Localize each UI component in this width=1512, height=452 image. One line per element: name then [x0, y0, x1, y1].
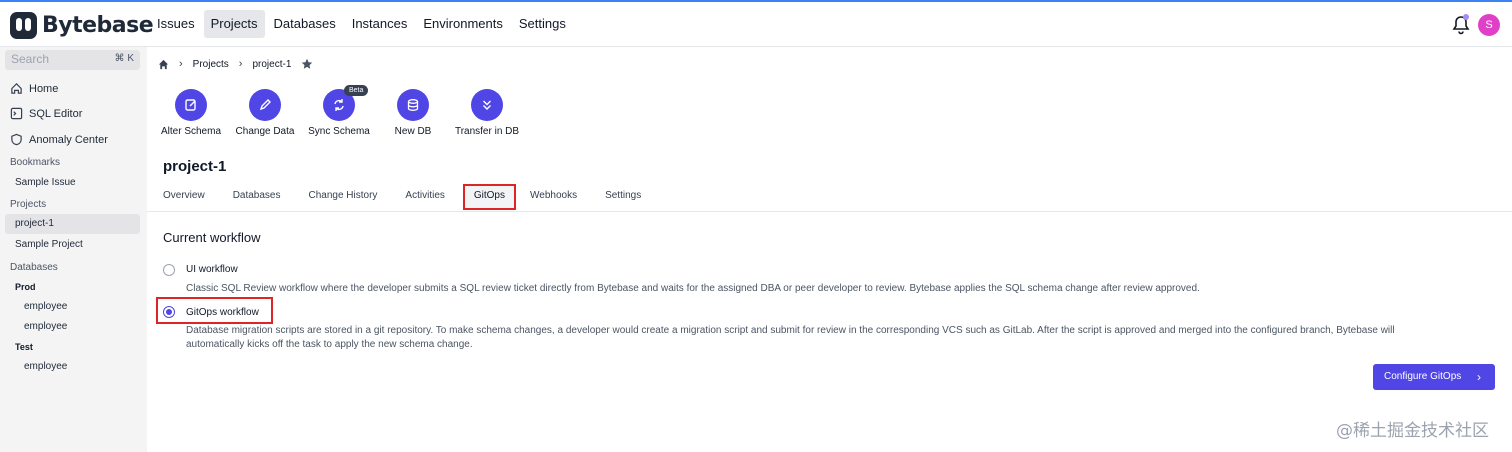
tab-activities[interactable]: Activities [405, 190, 444, 204]
breadcrumb: › Projects › project-1 [158, 58, 313, 70]
configure-gitops-label: Configure GitOps [1384, 371, 1462, 382]
nav-instances[interactable]: Instances [345, 10, 415, 38]
tab-overview[interactable]: Overview [163, 190, 205, 204]
app-name: Bytebase [42, 12, 154, 38]
ui-workflow-description: Classic SQL Review workflow where the de… [186, 283, 1200, 294]
search-shortcut: ⌘ K [114, 53, 134, 64]
transfer-in-db-label: Transfer in DB [454, 126, 520, 137]
sync-schema-label: Sync Schema [308, 126, 370, 137]
home-icon [11, 83, 22, 94]
change-data-label: Change Data [235, 126, 295, 137]
sidebar-item-anomaly-center[interactable]: Anomaly Center [10, 133, 108, 146]
sidebar-heading-bookmarks: Bookmarks [10, 157, 61, 168]
sidebar-heading-projects: Projects [10, 199, 47, 210]
star-icon[interactable] [301, 58, 313, 70]
sidebar-item-sql-editor[interactable]: SQL Editor [10, 107, 82, 120]
current-workflow-heading: Current workflow [163, 230, 261, 245]
tab-gitops[interactable]: GitOps [462, 184, 516, 210]
tab-change-history[interactable]: Change History [309, 190, 378, 204]
sidebar-item-home[interactable]: Home [10, 82, 58, 95]
sidebar-db-item[interactable]: employee [24, 321, 67, 332]
chevron-right-icon: › [179, 58, 183, 70]
sync-schema-button[interactable]: Sync Schema [308, 89, 370, 137]
configure-gitops-button[interactable]: Configure GitOps › [1373, 364, 1495, 390]
breadcrumb-current: project-1 [252, 58, 292, 70]
home-icon[interactable] [158, 59, 169, 70]
transfer-in-db-button[interactable]: Transfer in DB [453, 89, 521, 137]
gitops-workflow-title[interactable]: GitOps workflow [186, 307, 259, 318]
tab-databases[interactable]: Databases [233, 190, 281, 204]
breadcrumb-projects[interactable]: Projects [193, 59, 229, 70]
nav-projects[interactable]: Projects [203, 10, 265, 38]
terminal-icon [10, 107, 23, 120]
gitops-workflow-description: Database migration scripts are stored in… [186, 325, 1395, 336]
tab-divider [147, 211, 1512, 212]
nav-databases[interactable]: Databases [267, 10, 343, 38]
sidebar: Search ⌘ K Home SQL Editor Anomaly Cente… [0, 47, 147, 452]
ui-workflow-title[interactable]: UI workflow [186, 264, 238, 275]
alter-schema-button[interactable]: Alter Schema [159, 89, 223, 137]
nav-settings[interactable]: Settings [512, 10, 573, 38]
bytebase-logo-icon [10, 11, 37, 39]
sidebar-env-prod: Prod [15, 282, 36, 292]
bytebase-logo[interactable]: Bytebase [10, 11, 154, 39]
ui-workflow-radio[interactable] [163, 264, 175, 276]
chevron-right-icon: › [238, 58, 243, 70]
edit-icon [175, 89, 207, 121]
sidebar-project-item[interactable]: Sample Project [15, 239, 83, 250]
new-db-label: New DB [394, 126, 432, 137]
shield-icon [11, 133, 22, 146]
sidebar-anomaly-label: Anomaly Center [29, 133, 108, 146]
nav-environments[interactable]: Environments [416, 10, 509, 38]
project-title: project-1 [163, 158, 227, 175]
main-nav: Issues Projects Databases Instances Envi… [150, 10, 573, 38]
database-icon [397, 89, 429, 121]
sidebar-db-item[interactable]: employee [24, 301, 67, 312]
change-data-button[interactable]: Change Data [235, 89, 295, 137]
watermark: @稀土掘金技术社区 [1336, 421, 1489, 441]
sidebar-env-test: Test [15, 342, 33, 352]
search-placeholder: Search [11, 52, 50, 66]
user-avatar[interactable]: S [1478, 14, 1500, 36]
tab-webhooks[interactable]: Webhooks [530, 190, 577, 204]
search-input[interactable]: Search ⌘ K [5, 50, 140, 70]
sidebar-sql-editor-label: SQL Editor [29, 107, 83, 120]
top-navbar: Bytebase Issues Projects Databases Insta… [0, 0, 1512, 47]
chevrons-down-icon [471, 89, 503, 121]
alter-schema-label: Alter Schema [160, 126, 222, 137]
gitops-workflow-description-cont: automatically kicks off the task to appl… [186, 339, 473, 350]
tab-settings[interactable]: Settings [605, 190, 641, 204]
chevron-right-icon: › [1477, 370, 1481, 384]
project-tabs: Overview Databases Change History Activi… [163, 184, 669, 210]
sidebar-heading-databases: Databases [10, 262, 58, 273]
pencil-icon [249, 89, 281, 121]
sidebar-db-item[interactable]: employee [24, 361, 67, 372]
new-db-button[interactable]: New DB [392, 89, 434, 137]
gitops-workflow-radio[interactable] [163, 306, 175, 318]
sidebar-bookmark-item[interactable]: Sample Issue [15, 177, 76, 188]
sidebar-home-label: Home [29, 82, 59, 95]
nav-issues[interactable]: Issues [150, 10, 202, 38]
notification-dot [1463, 14, 1469, 20]
sidebar-project-item-selected[interactable]: project-1 [5, 214, 140, 234]
beta-badge: Beta [344, 85, 369, 96]
